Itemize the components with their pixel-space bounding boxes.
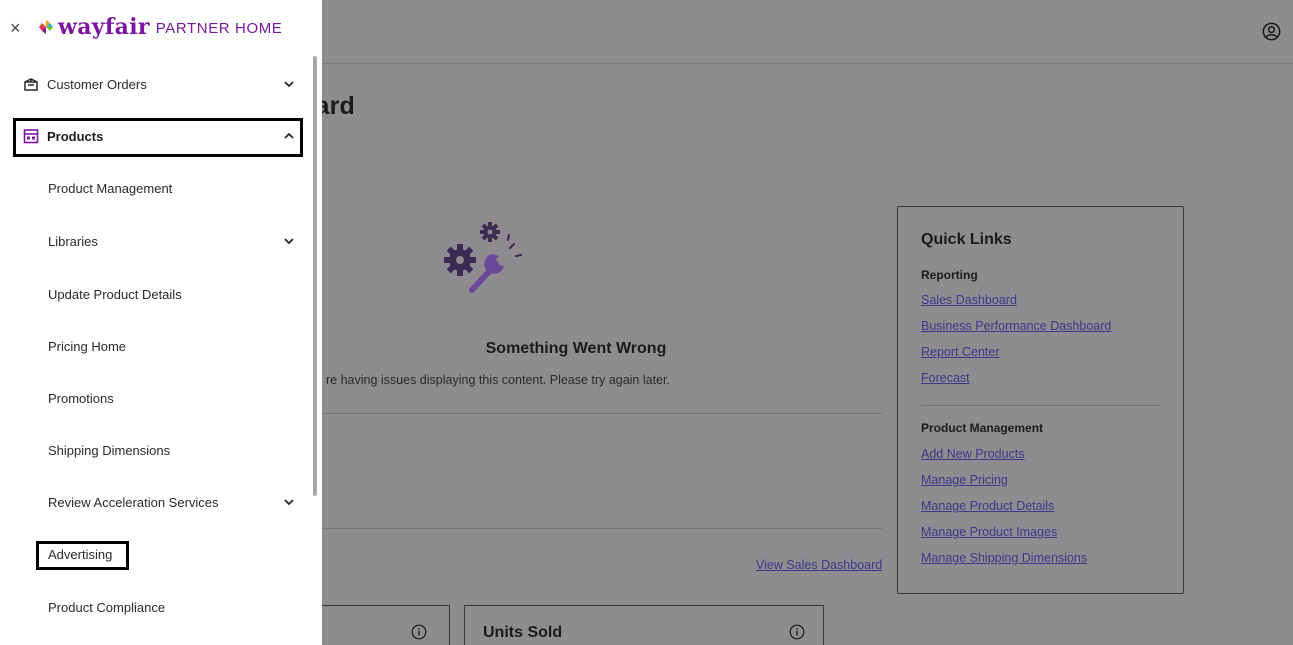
quick-link[interactable]: Forecast <box>921 371 970 385</box>
logo-subtitle: PARTNER HOME <box>155 20 283 37</box>
chevron-down-icon <box>284 81 294 88</box>
error-message: re having issues displaying this content… <box>326 373 670 387</box>
sidebar-item-update-product-details[interactable]: Update Product Details <box>14 278 304 310</box>
sidebar-item-promotions[interactable]: Promotions <box>14 382 304 414</box>
sidebar-item-pricing-home[interactable]: Pricing Home <box>14 330 304 362</box>
gears-wrench-icon <box>444 222 522 293</box>
sidebar-item-label: Review Acceleration Services <box>48 494 219 510</box>
sidebar-item-label: Libraries <box>48 233 98 249</box>
view-sales-dashboard-link[interactable]: View Sales Dashboard <box>756 558 882 572</box>
sidebar-item-label: Product Management <box>48 180 173 196</box>
quick-link[interactable]: Report Center <box>921 345 1000 359</box>
sidebar-item-label: Shipping Dimensions <box>48 442 171 458</box>
chevron-down-icon <box>284 499 294 506</box>
quick-link[interactable]: Manage Product Images <box>921 525 1057 539</box>
card-title: Units Sold <box>483 624 563 641</box>
quick-link[interactable]: Add New Products <box>921 447 1025 461</box>
divider <box>921 405 1161 406</box>
sidebar-item-label: Pricing Home <box>48 338 127 354</box>
error-title: Something Went Wrong <box>485 340 667 357</box>
metric-card <box>300 605 450 645</box>
quick-link[interactable]: Manage Product Details <box>921 499 1054 513</box>
info-icon[interactable] <box>789 624 805 640</box>
quick-link[interactable]: Sales Dashboard <box>921 293 1017 307</box>
sidebar-item-customer-orders[interactable]: Customer Orders <box>14 68 304 100</box>
quick-link[interactable]: Business Performance Dashboard <box>921 319 1111 333</box>
quick-links-section-heading: Reporting <box>921 268 978 282</box>
drawer-header: × wayfair PARTNER HOME <box>0 0 322 64</box>
wayfair-logo[interactable]: wayfair PARTNER HOME <box>38 12 282 42</box>
units-sold-card: Units Sold <box>464 605 824 645</box>
quick-links-title: Quick Links <box>921 231 1012 248</box>
highlight-box <box>36 541 129 570</box>
divider <box>322 413 882 414</box>
logo-wordmark: wayfair <box>58 14 150 40</box>
info-icon[interactable] <box>411 624 427 640</box>
package-icon <box>24 78 38 91</box>
quick-links-panel: Quick Links Reporting Sales Dashboard Bu… <box>897 206 1184 594</box>
scrollbar[interactable] <box>313 56 317 496</box>
sidebar-item-shipping-dimensions[interactable]: Shipping Dimensions <box>14 434 304 466</box>
close-icon[interactable]: × <box>10 19 21 37</box>
quick-link[interactable]: Manage Shipping Dimensions <box>921 551 1087 565</box>
user-circle-icon[interactable] <box>1262 22 1281 41</box>
sidebar-item-label: Update Product Details <box>48 286 182 302</box>
sidebar-item-label: Promotions <box>48 390 114 406</box>
chevron-down-icon <box>284 238 294 245</box>
quick-link[interactable]: Manage Pricing <box>921 473 1008 487</box>
side-navigation-drawer: × wayfair PARTNER HOME Customer Orders P… <box>0 0 322 645</box>
sidebar-item-label: Customer Orders <box>47 76 147 92</box>
logo-pinwheel-icon <box>39 20 53 34</box>
sidebar-item-libraries[interactable]: Libraries <box>14 225 304 257</box>
sidebar-item-review-acceleration-services[interactable]: Review Acceleration Services <box>14 486 304 518</box>
sidebar-item-product-compliance[interactable]: Product Compliance <box>14 591 304 623</box>
highlight-box <box>13 118 303 157</box>
sidebar-item-product-management[interactable]: Product Management <box>14 172 304 204</box>
sidebar-item-label: Product Compliance <box>48 599 166 615</box>
divider <box>322 528 882 529</box>
quick-links-section-heading: Product Management <box>921 421 1044 435</box>
